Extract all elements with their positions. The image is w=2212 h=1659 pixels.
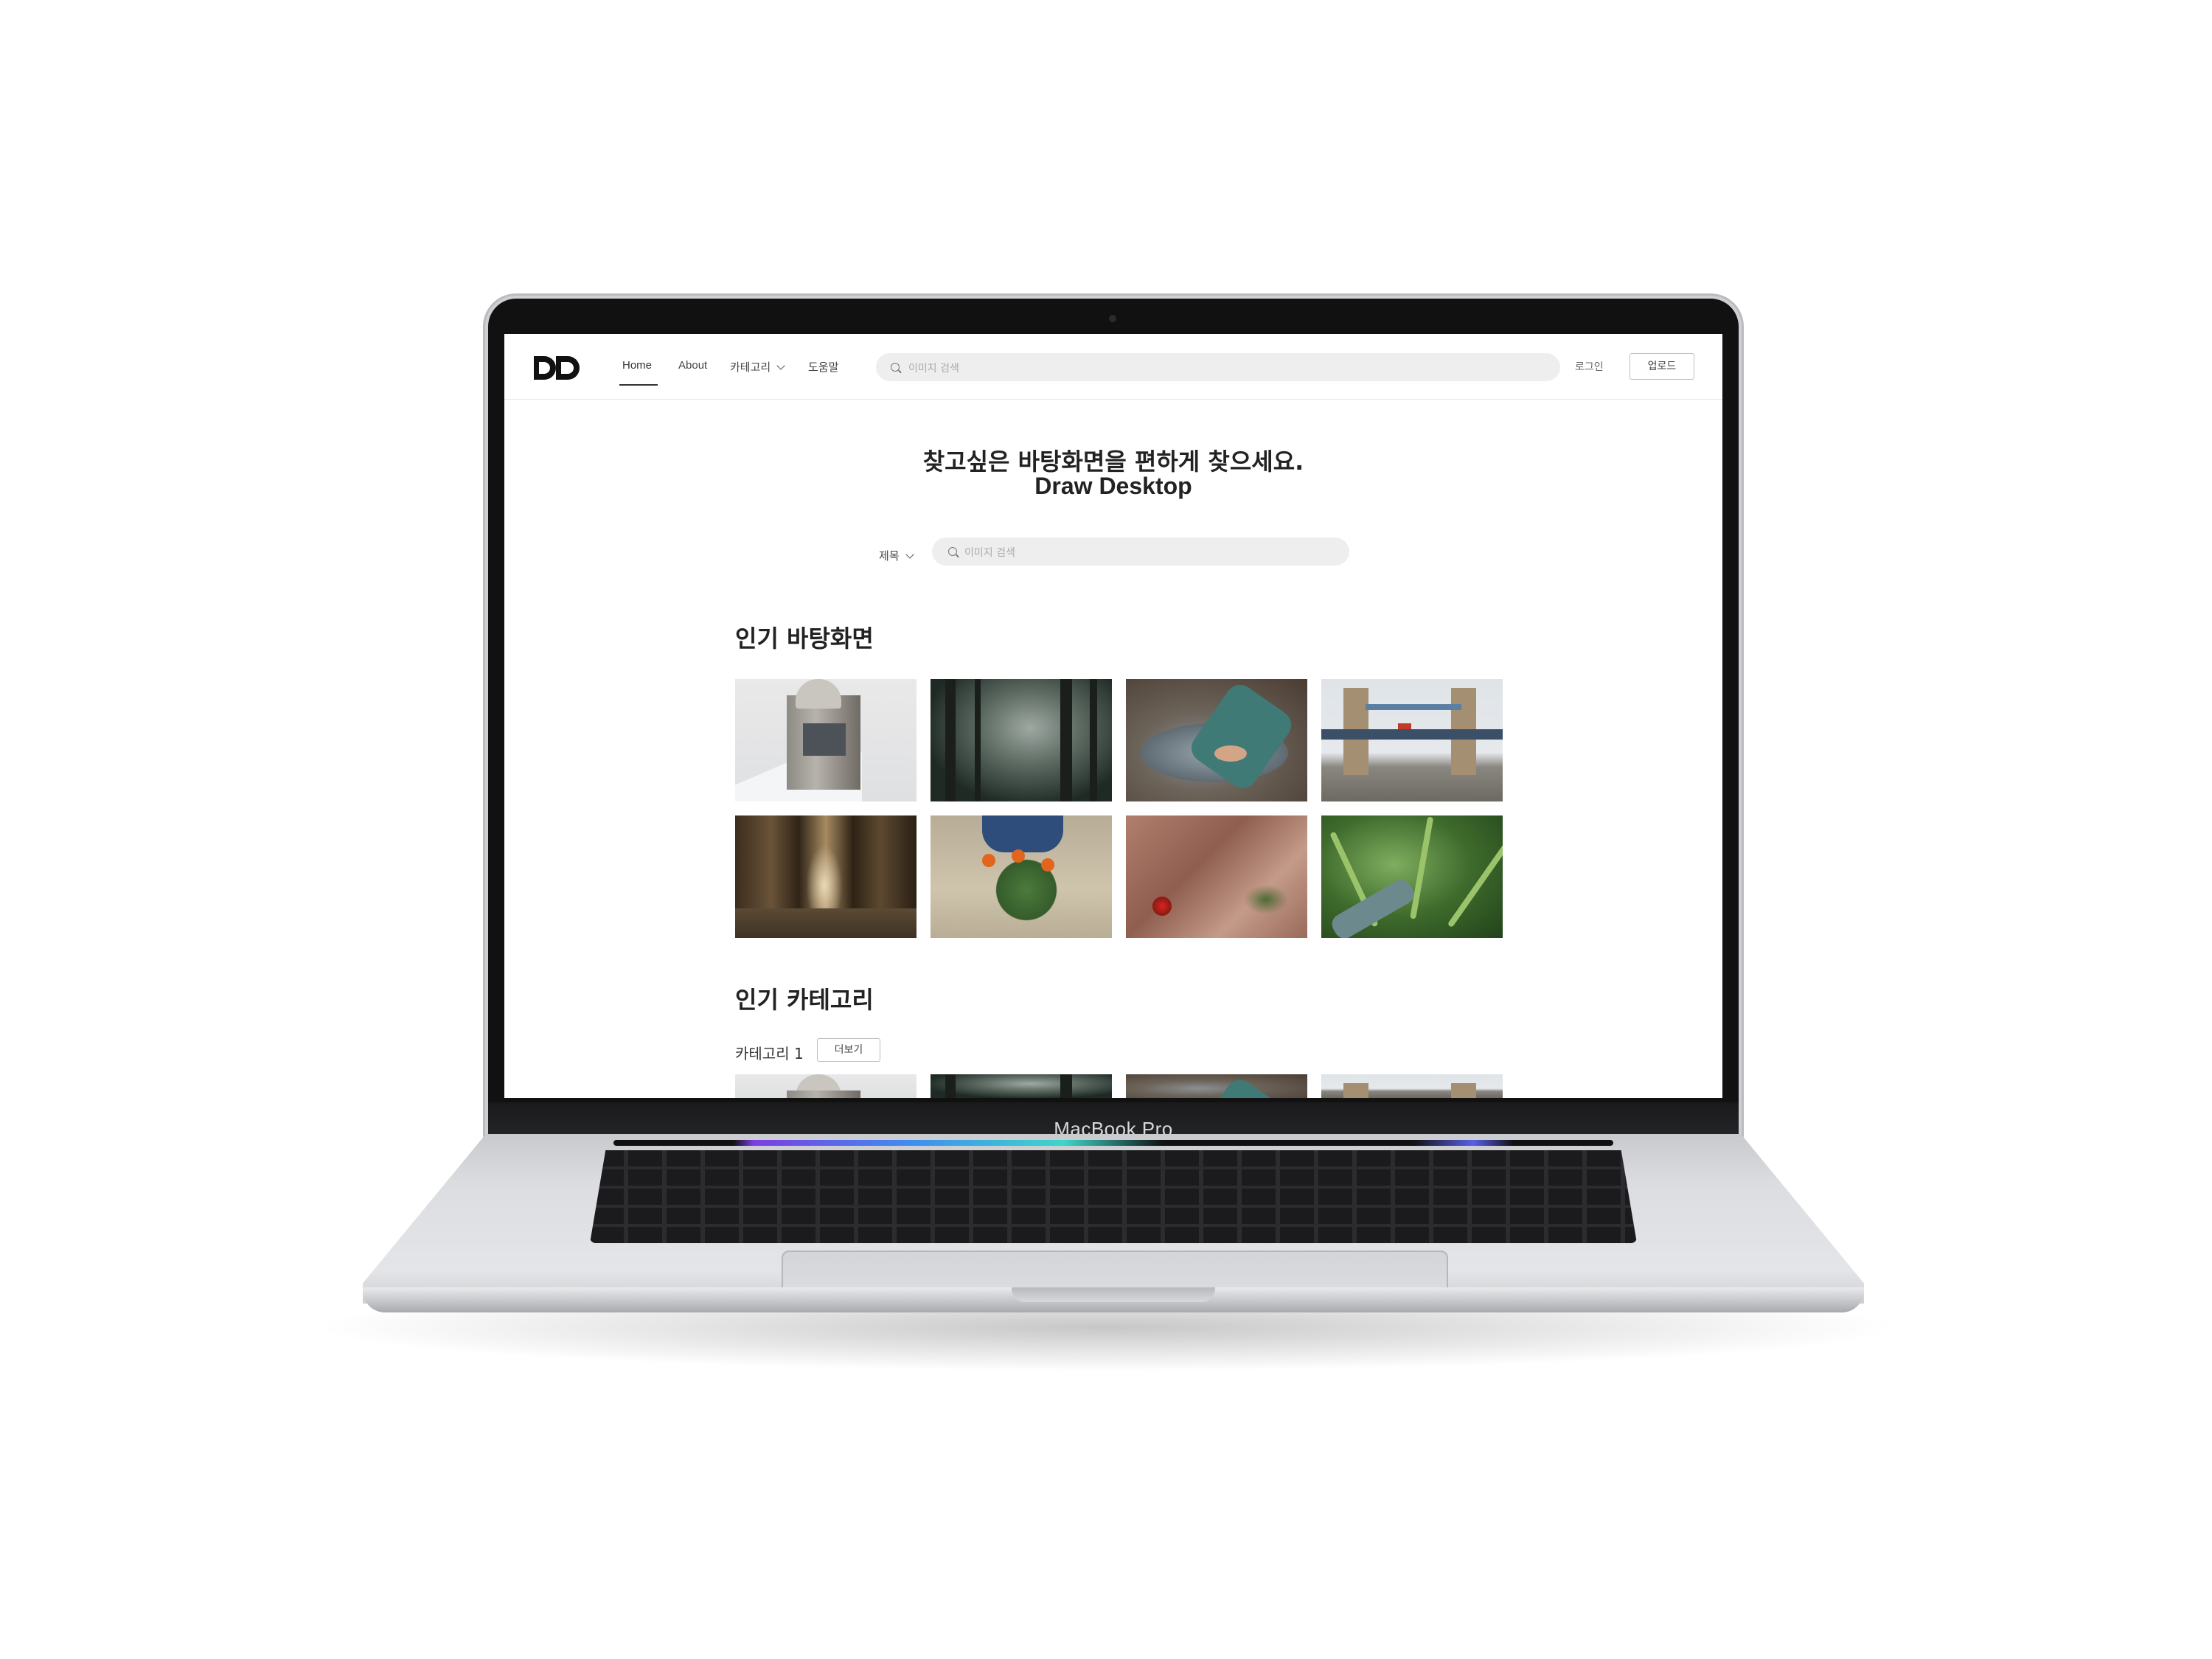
nav-home-link[interactable]: Home — [622, 359, 652, 372]
touch-bar — [613, 1140, 1613, 1146]
nav-help-link[interactable]: 도움말 — [808, 359, 838, 375]
popular-categories-title: 인기 카테고리 — [735, 986, 874, 1014]
search-filter-label: 제목 — [879, 549, 900, 563]
wallpaper-thumb-pine-forest[interactable] — [735, 815, 917, 938]
top-navbar: Home About 카테고리 도움말 이미지 검색 로그인 업로드 — [504, 334, 1722, 400]
wallpaper-thumb-misty-forest[interactable] — [931, 679, 1112, 801]
category-thumb[interactable] — [735, 1074, 917, 1098]
nav-search-input[interactable]: 이미지 검색 — [876, 353, 1560, 381]
wallpaper-thumb-hand-in-stream[interactable] — [1126, 679, 1307, 801]
upload-button[interactable]: 업로드 — [1630, 353, 1694, 380]
camera-icon — [1109, 315, 1116, 322]
category-thumb[interactable] — [1126, 1074, 1307, 1098]
wallpaper-thumb-snowy-observatory[interactable] — [735, 679, 917, 801]
login-link[interactable]: 로그인 — [1575, 359, 1604, 374]
category-thumb[interactable] — [931, 1074, 1112, 1098]
nav-search-placeholder: 이미지 검색 — [908, 363, 959, 375]
lid-notch — [1012, 1287, 1215, 1302]
search-filter-select[interactable]: 제목 — [879, 548, 914, 563]
chevron-down-icon — [776, 361, 785, 370]
category-grid — [735, 1074, 1503, 1098]
search-icon — [891, 363, 900, 372]
wallpaper-thumb-hand-in-palm-leaves[interactable] — [1321, 815, 1503, 938]
category-thumb[interactable] — [1321, 1074, 1503, 1098]
category-label: 카테고리 1 — [735, 1045, 804, 1062]
browser-screen: Home About 카테고리 도움말 이미지 검색 로그인 업로드 찾고싶은 … — [504, 334, 1722, 1098]
wallpaper-thumb-kneeling-with-flowers[interactable] — [931, 815, 1112, 938]
chevron-down-icon — [905, 550, 914, 559]
nav-category-dropdown[interactable]: 카테고리 — [730, 359, 785, 375]
wallpaper-thumb-tower-bridge[interactable] — [1321, 679, 1503, 801]
hero-brand: Draw Desktop — [1034, 473, 1192, 499]
wallpaper-thumb-red-flower-on-rock[interactable] — [1126, 815, 1307, 938]
main-search-placeholder: 이미지 검색 — [964, 547, 1015, 559]
more-button[interactable]: 더보기 — [817, 1038, 880, 1062]
laptop-lid: Home About 카테고리 도움말 이미지 검색 로그인 업로드 찾고싶은 … — [488, 299, 1739, 1145]
laptop-deck — [363, 1134, 1864, 1304]
nav-category-label: 카테고리 — [730, 361, 771, 374]
main-search-input[interactable]: 이미지 검색 — [932, 538, 1349, 566]
logo-icon[interactable] — [534, 356, 582, 380]
active-tab-indicator — [619, 384, 658, 386]
search-icon — [948, 547, 957, 556]
popular-wallpapers-title: 인기 바탕화면 — [735, 625, 874, 653]
keyboard — [590, 1150, 1637, 1243]
laptop-base — [363, 1134, 1864, 1318]
nav-about-link[interactable]: About — [678, 359, 707, 372]
wallpaper-grid — [735, 679, 1503, 938]
